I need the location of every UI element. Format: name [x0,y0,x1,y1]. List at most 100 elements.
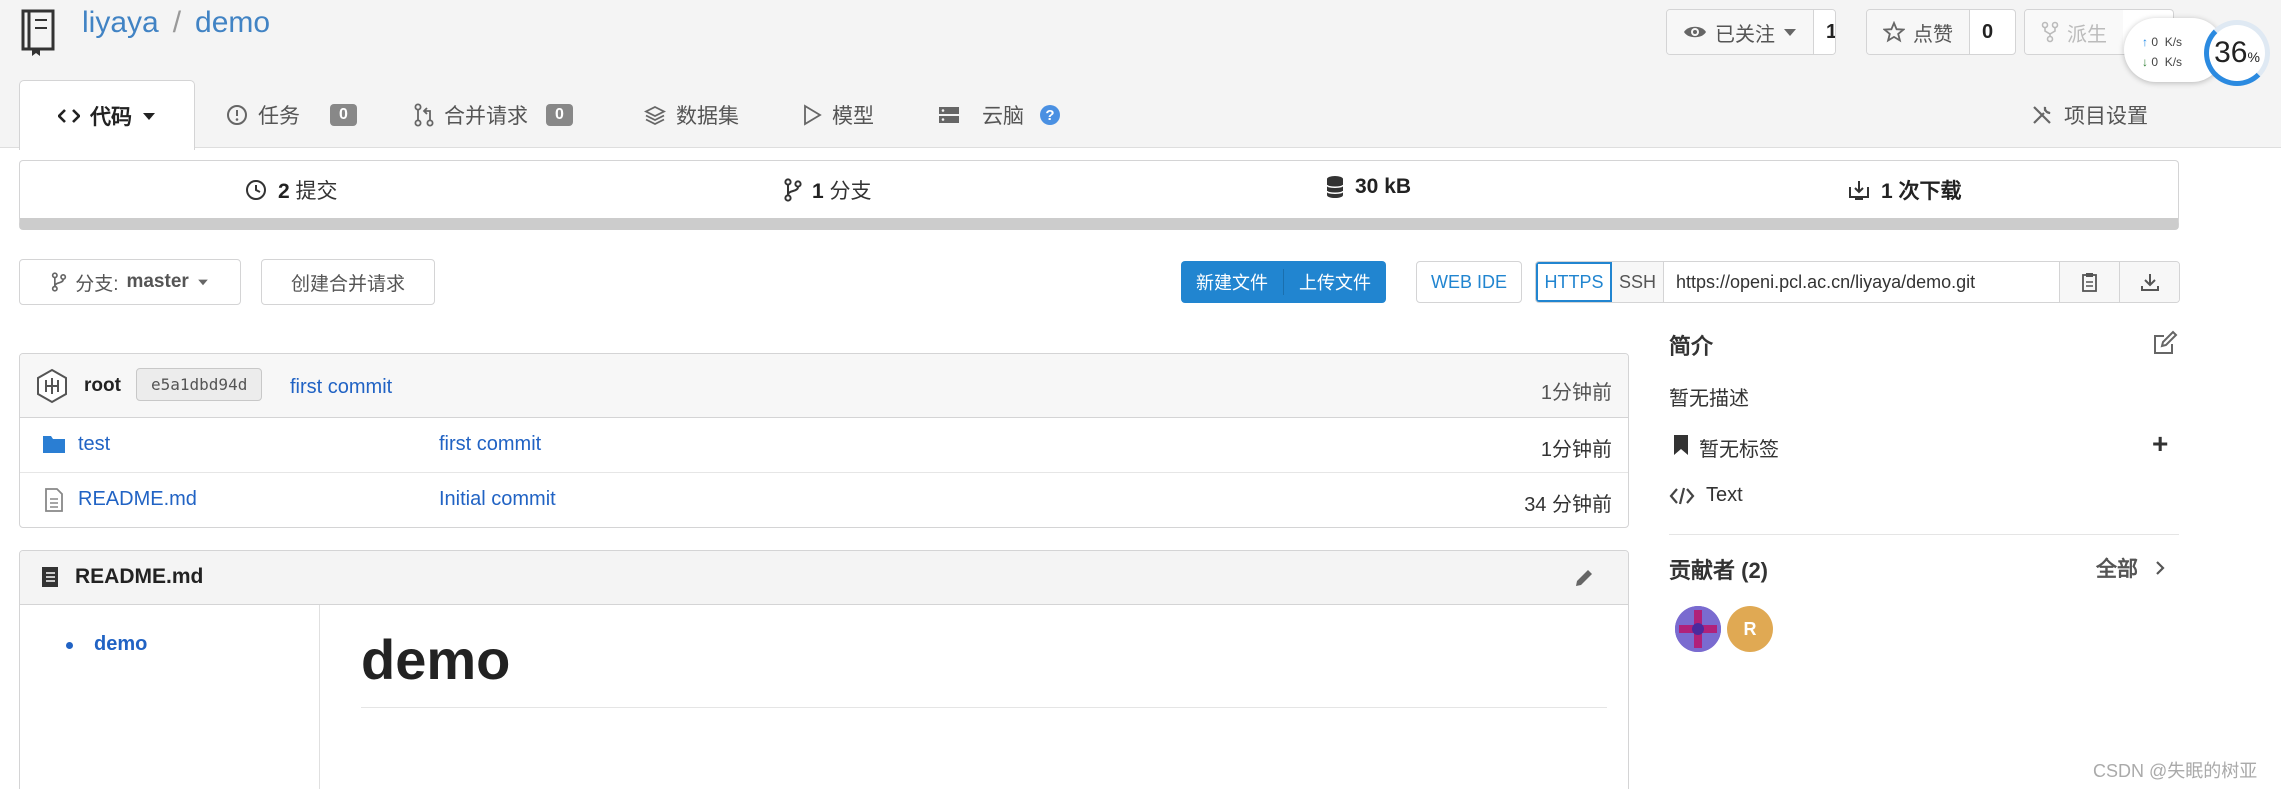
help-icon[interactable]: ? [1040,105,1060,125]
copy-icon [2081,273,2097,292]
contributor-avatar[interactable]: R [1727,606,1773,652]
repo-owner-link[interactable]: liyaya [82,6,159,39]
fork-label: 派生 [2067,23,2107,46]
usage-percent-sign: % [2247,49,2260,65]
upload-file-button[interactable]: 上传文件 [1283,269,1386,295]
readme-filename: README.md [75,565,204,588]
contributors-view-all[interactable]: 全部 [2096,553,2166,583]
readme-header: README.md [20,551,1628,605]
tab-issues-label: 任务 [258,105,300,128]
repo-title: liyaya / demo [82,6,270,40]
pulls-count-badge: 0 [546,104,573,126]
file-row[interactable]: test first commit 1分钟前 [20,418,1628,473]
clone-url-input[interactable]: https://openi.pcl.ac.cn/liyaya/demo.git [1664,262,2059,302]
tab-pull-requests[interactable]: 合并请求 0 [414,82,573,148]
database-icon [1326,176,1344,198]
tab-datasets[interactable]: 数据集 [644,82,739,148]
intro-title: 简介 [1669,334,1714,359]
create-pull-request-button[interactable]: 创建合并请求 [261,259,435,305]
commit-sha[interactable]: e5a1dbd94d [136,368,263,401]
star-button-group: 点赞 0 [1866,9,2016,55]
caret-down-icon [143,112,155,120]
folder-icon [43,436,65,453]
toc-item[interactable]: demo [94,633,147,656]
fork-button[interactable]: 派生 [2025,10,2123,54]
branches-label: 分支 [829,180,872,203]
branch-selector[interactable]: 分支: master [19,259,241,305]
download-archive-button[interactable] [2119,262,2179,302]
edit-pencil-icon[interactable] [1572,566,1596,590]
branch-icon [52,272,67,292]
file-name[interactable]: test [78,433,110,456]
file-actions-group: 新建文件 上传文件 [1181,261,1386,303]
watermark: CSDN @失眠的树亚 [2093,761,2258,781]
file-commit-message[interactable]: first commit [439,433,541,456]
downloads-stat[interactable]: 1 次下载 [1847,175,1962,205]
branch-icon [784,178,802,202]
watch-button[interactable]: 已关注 [1667,10,1814,54]
history-icon [246,180,266,200]
play-icon [804,104,822,126]
tab-models[interactable]: 模型 [802,82,874,148]
watch-button-group: 已关注 1 [1666,9,1836,55]
caret-down-icon [197,279,208,286]
tab-settings-label: 项目设置 [2064,105,2148,128]
code-icon [1669,487,1695,505]
toc-bullet [66,642,73,649]
download-speed-unit: K/s [2164,55,2183,69]
watch-count[interactable]: 1 [1814,10,1835,54]
star-icon [1883,21,1905,43]
tab-issues[interactable]: 任务 0 [226,82,357,148]
ssh-toggle[interactable]: SSH [1612,262,1664,302]
book-icon [42,567,58,587]
commit-author[interactable]: root [84,375,121,397]
caret-down-icon [1784,29,1796,36]
commits-label: 提交 [295,180,338,203]
downloads-label: 次下载 [1898,180,1962,203]
author-avatar[interactable] [36,368,68,404]
usage-percent: 36 [2214,36,2248,69]
repo-stats-bar: 2 提交 1 分支 30 kB 1 次下载 [19,160,2179,230]
tools-icon [2033,106,2051,124]
sidebar-divider [1669,534,2179,535]
tab-settings[interactable]: 项目设置 [2030,82,2148,148]
commit-message[interactable]: first commit [290,376,392,399]
https-toggle[interactable]: HTTPS [1536,262,1612,302]
download-arrow-icon: ↓ [2142,55,2148,69]
file-commit-message[interactable]: Initial commit [439,488,556,511]
star-button[interactable]: 点赞 [1867,10,1970,54]
fork-icon [2041,21,2059,43]
repository-icon [21,9,55,56]
new-file-button[interactable]: 新建文件 [1181,269,1283,295]
repo-size: 30 kB [1355,175,1412,198]
tab-pull-requests-label: 合并请求 [444,105,528,128]
tab-cloudbrain[interactable]: 云脑 ? [938,82,1060,148]
repo-name-link[interactable]: demo [195,6,270,39]
copy-url-button[interactable] [2059,262,2119,302]
pull-request-icon [414,103,434,127]
branch-name: master [126,271,189,292]
contributor-avatar[interactable] [1675,606,1721,652]
branches-stat[interactable]: 1 分支 [784,175,872,205]
repo-description: 暂无描述 [1669,388,1749,410]
watch-label: 已关注 [1715,23,1775,46]
commits-stat[interactable]: 2 提交 [244,175,338,205]
server-icon [939,107,959,123]
file-row[interactable]: README.md Initial commit 34 分钟前 [20,473,1628,527]
upload-speed: 0 [2151,35,2159,49]
web-ide-button[interactable]: WEB IDE [1416,261,1522,303]
latest-commit-row: root e5a1dbd94d first commit 1分钟前 [20,354,1628,418]
downloads-count: 1 [1881,180,1893,203]
usage-percent-ring[interactable]: 36% [2204,20,2270,86]
bookmark-icon [1674,435,1688,455]
add-topic-button[interactable]: + [2152,428,2168,460]
commit-time: 1分钟前 [1540,382,1612,404]
issue-icon [227,105,247,125]
file-name[interactable]: README.md [78,488,197,511]
tab-datasets-label: 数据集 [676,105,739,128]
file-commit-time: 1分钟前 [1540,439,1612,461]
edit-icon[interactable] [2152,330,2178,356]
tab-code[interactable]: 代码 [19,80,195,150]
upload-arrow-icon: ↑ [2142,35,2148,49]
star-count[interactable]: 0 [1970,10,2006,54]
